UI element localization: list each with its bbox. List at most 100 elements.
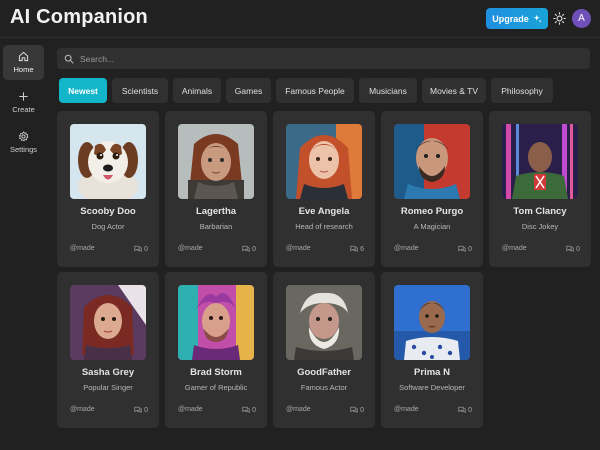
sidebar-item-home[interactable]: Home: [3, 45, 44, 80]
message-count: 0: [458, 245, 472, 253]
avatar-initial: A: [578, 13, 585, 24]
chat-icon: [350, 245, 358, 252]
message-count-value: 0: [144, 245, 148, 253]
message-count-value: 0: [576, 245, 580, 253]
companion-author: @made: [394, 245, 419, 252]
sidebar-item-label: Create: [12, 105, 35, 114]
gear-icon: [18, 131, 29, 142]
plus-icon: [19, 92, 28, 101]
companion-card[interactable]: Brad Storm Gamer of Republic @made 0: [165, 272, 267, 428]
companion-card[interactable]: Tom Clancy Disc Jokey @made 0: [489, 111, 591, 267]
upgrade-label: Upgrade: [492, 13, 529, 24]
companion-author: @made: [178, 406, 203, 413]
companion-footer: @made 0: [178, 406, 256, 416]
companion-card[interactable]: Romeo Purgo A Magician @made 0: [381, 111, 483, 267]
sidebar-item-settings[interactable]: Settings: [3, 125, 44, 160]
category-philosophy[interactable]: Philosophy: [491, 78, 553, 103]
message-count: 0: [566, 245, 580, 253]
companion-description: Software Developer: [399, 383, 465, 392]
category-movies-tv[interactable]: Movies & TV: [422, 78, 486, 103]
category-newest[interactable]: Newest: [59, 78, 107, 103]
companion-author: @made: [70, 406, 95, 413]
chat-icon: [350, 406, 358, 413]
companion-name: Romeo Purgo: [400, 206, 464, 217]
category-animals[interactable]: Animals: [173, 78, 221, 103]
message-count: 0: [458, 406, 472, 414]
companion-name: Eve Angela: [298, 206, 350, 217]
message-count: 6: [350, 245, 364, 253]
upgrade-button[interactable]: Upgrade: [486, 8, 548, 29]
companion-author: @made: [286, 245, 311, 252]
companion-card[interactable]: Prima N Software Developer @made 0: [381, 272, 483, 428]
sidebar-item-label: Settings: [9, 145, 38, 154]
companion-footer: @made 0: [70, 406, 148, 416]
companion-avatar: [178, 285, 254, 360]
companion-card[interactable]: Eve Angela Head of research @made 6: [273, 111, 375, 267]
category-musicians[interactable]: Musicians: [359, 78, 417, 103]
companion-description: Dog Actor: [91, 222, 125, 231]
chat-icon: [458, 245, 466, 252]
companion-footer: @made 0: [70, 245, 148, 255]
companion-author: @made: [394, 406, 419, 413]
companion-avatar: [286, 285, 362, 360]
companion-card[interactable]: GoodFather Famous Actor @made 0: [273, 272, 375, 428]
chat-icon: [242, 406, 250, 413]
search-icon: [64, 54, 74, 64]
category-scientists[interactable]: Scientists: [112, 78, 168, 103]
companion-card[interactable]: Lagertha Barbarian @made 0: [165, 111, 267, 267]
companion-description: Famous Actor: [300, 383, 348, 392]
chat-icon: [134, 406, 142, 413]
chat-icon: [458, 406, 466, 413]
companion-avatar: [286, 124, 362, 199]
companion-name: GoodFather: [297, 367, 351, 378]
message-count: 0: [134, 245, 148, 253]
message-count: 0: [242, 245, 256, 253]
companion-footer: @made 0: [502, 245, 580, 255]
sun-icon[interactable]: [553, 12, 566, 25]
app-title[interactable]: AI Companion: [10, 6, 148, 29]
companion-description: A Magician: [413, 222, 451, 231]
companion-avatar: [70, 285, 146, 360]
companion-name: Scooby Doo: [80, 206, 136, 217]
companion-footer: @made 0: [286, 406, 364, 416]
message-count-value: 0: [252, 406, 256, 414]
companion-name: Tom Clancy: [513, 206, 567, 217]
companion-description: Head of research: [295, 222, 353, 231]
message-count-value: 0: [468, 245, 472, 253]
message-count: 0: [350, 406, 364, 414]
companion-avatar: [394, 285, 470, 360]
top-bar: AI Companion Upgrade A: [0, 0, 600, 38]
message-count-value: 6: [360, 245, 364, 253]
companion-avatar: [70, 124, 146, 199]
avatar[interactable]: A: [572, 9, 591, 28]
message-count: 0: [242, 406, 256, 414]
message-count-value: 0: [468, 406, 472, 414]
home-icon: [18, 51, 29, 62]
message-count: 0: [134, 406, 148, 414]
category-games[interactable]: Games: [226, 78, 271, 103]
chat-icon: [134, 245, 142, 252]
chat-icon: [242, 245, 250, 252]
sidebar-item-label: Home: [13, 65, 34, 74]
companion-description: Barbarian: [199, 222, 233, 231]
companion-author: @made: [178, 245, 203, 252]
message-count-value: 0: [252, 245, 256, 253]
companion-description: Disc Jokey: [521, 222, 559, 231]
chat-icon: [566, 245, 574, 252]
sidebar-item-create[interactable]: Create: [3, 85, 44, 120]
companion-avatar: [502, 124, 578, 199]
companion-name: Brad Storm: [190, 367, 242, 378]
category-famous-people[interactable]: Famous People: [276, 78, 354, 103]
companion-author: @made: [70, 245, 95, 252]
message-count-value: 0: [360, 406, 364, 414]
companion-name: Prima N: [414, 367, 450, 378]
companion-card[interactable]: Sasha Grey Popular Singer @made 0: [57, 272, 159, 428]
companion-name: Lagertha: [195, 206, 237, 217]
search-bar[interactable]: [57, 48, 590, 69]
companion-card[interactable]: Scooby Doo Dog Actor @made 0: [57, 111, 159, 267]
message-count-value: 0: [144, 406, 148, 414]
companion-description: Popular Singer: [83, 383, 133, 392]
companion-author: @made: [502, 245, 527, 252]
search-input[interactable]: [80, 53, 560, 64]
companion-avatar: [178, 124, 254, 199]
